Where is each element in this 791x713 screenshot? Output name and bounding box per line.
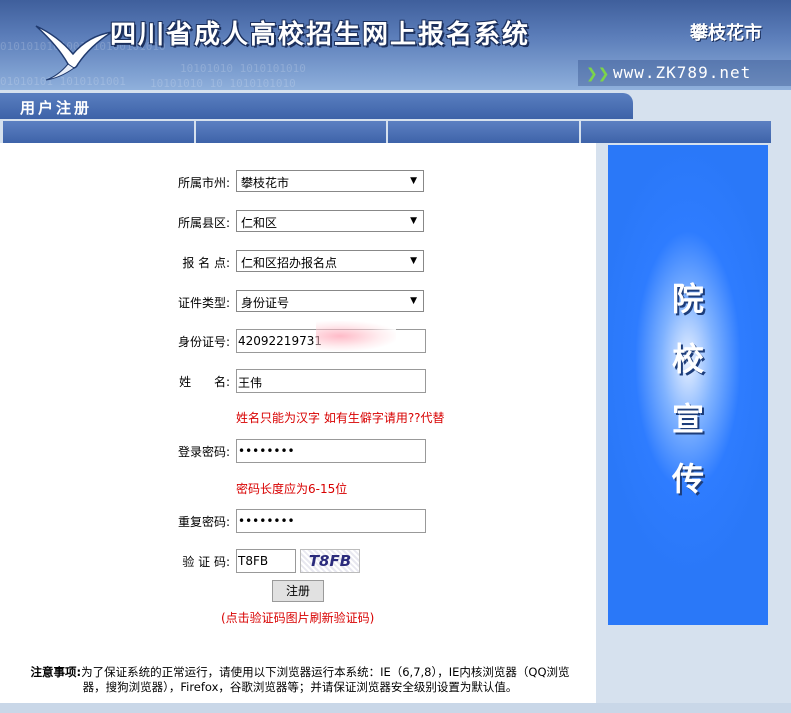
- id-type-row: 证件类型: 身份证号 ▼: [0, 290, 596, 314]
- site-label: 报 名 点:: [182, 256, 230, 270]
- notice-text: 为了保证系统的正常运行，请使用以下浏览器运行本系统：IE（6,7,8），IE内核…: [81, 665, 570, 694]
- name-label: 姓 名:: [179, 375, 230, 389]
- county-select[interactable]: 仁和区 ▼: [236, 210, 424, 232]
- password-hint: 密码长度应为6-15位: [236, 482, 348, 496]
- nav-tab[interactable]: [195, 121, 388, 143]
- site-select[interactable]: 仁和区招办报名点 ▼: [236, 250, 424, 272]
- binary-decoration: 10101010 10 1010101010: [150, 77, 296, 90]
- password-confirm-label: 重复密码:: [177, 515, 230, 529]
- password-confirm-input[interactable]: ••••••••: [236, 509, 426, 533]
- id-type-value: 身份证号: [241, 296, 290, 310]
- register-button[interactable]: 注册: [272, 580, 324, 602]
- county-value: 仁和区: [241, 216, 278, 230]
- site-city: 攀枝花市: [690, 23, 762, 44]
- site-title: 四川省成人高校招生网上报名系统: [110, 20, 531, 50]
- section-header: 用户注册: [0, 93, 633, 119]
- password-confirm-row: 重复密码: ••••••••: [0, 509, 596, 533]
- nav-tab[interactable]: [580, 121, 771, 143]
- seagull-logo-icon: [35, 25, 113, 81]
- site-row: 报 名 点: 仁和区招办报名点 ▼: [0, 250, 596, 274]
- nav-tab[interactable]: [3, 121, 196, 143]
- promo-panel[interactable]: 院校宣传: [608, 145, 768, 625]
- password-row: 登录密码: ••••••••: [0, 439, 596, 463]
- dropdown-arrow-icon: ▼: [410, 216, 417, 226]
- captcha-image[interactable]: T8FB: [300, 549, 360, 573]
- header-banner: 0101010101001010100101010 10101010 10101…: [0, 0, 791, 90]
- bottom-strip: [0, 703, 791, 713]
- privacy-mask: [316, 321, 396, 351]
- id-type-label: 证件类型:: [177, 296, 230, 310]
- binary-decoration: 10101010 1010101010: [180, 62, 306, 75]
- name-hint: 姓名只能为汉字 如有生僻字请用??代替: [236, 411, 445, 425]
- captcha-input[interactable]: T8FB: [236, 549, 296, 573]
- captcha-refresh-tip: (点击验证码图片刷新验证码): [221, 611, 375, 625]
- captcha-label: 验 证 码:: [182, 555, 230, 569]
- chevron-logo-icon: ❯❯: [586, 66, 610, 82]
- name-row: 姓 名: 王伟: [0, 369, 596, 393]
- dropdown-arrow-icon: ▼: [410, 176, 417, 186]
- password-label: 登录密码:: [177, 445, 230, 459]
- id-number-row: 身份证号: 42092219731: [0, 329, 596, 353]
- captcha-row: 验 证 码: T8FB T8FB: [0, 549, 596, 573]
- site-value: 仁和区招办报名点: [241, 256, 338, 270]
- id-number-label: 身份证号:: [177, 335, 230, 349]
- city-value: 攀枝花市: [241, 176, 290, 190]
- promo-text: 院校宣传: [671, 280, 704, 498]
- nav-tab[interactable]: [388, 121, 581, 143]
- password-input[interactable]: ••••••••: [236, 439, 426, 463]
- notice-heading: 注意事项:: [30, 665, 82, 679]
- city-row: 所属市州: 攀枝花市 ▼: [0, 170, 596, 194]
- dropdown-arrow-icon: ▼: [410, 296, 417, 306]
- registration-form: 所属市州: 攀枝花市 ▼ 所属县区: 仁和区 ▼ 报 名 点: 仁和区招办报名点 ▼ …: [0, 143, 596, 703]
- dropdown-arrow-icon: ▼: [410, 256, 417, 266]
- nav-tabs: [3, 121, 771, 143]
- county-row: 所属县区: 仁和区 ▼: [0, 210, 596, 234]
- section-title: 用户注册: [20, 99, 93, 117]
- site-url: www.ZK789.net: [613, 63, 752, 82]
- city-label: 所属市州:: [177, 176, 230, 190]
- name-input[interactable]: 王伟: [236, 369, 426, 393]
- county-label: 所属县区:: [177, 216, 230, 230]
- notice: 注意事项:为了保证系统的正常运行，请使用以下浏览器运行本系统：IE（6,7,8）…: [20, 665, 580, 695]
- city-select[interactable]: 攀枝花市 ▼: [236, 170, 424, 192]
- id-type-select[interactable]: 身份证号 ▼: [236, 290, 424, 312]
